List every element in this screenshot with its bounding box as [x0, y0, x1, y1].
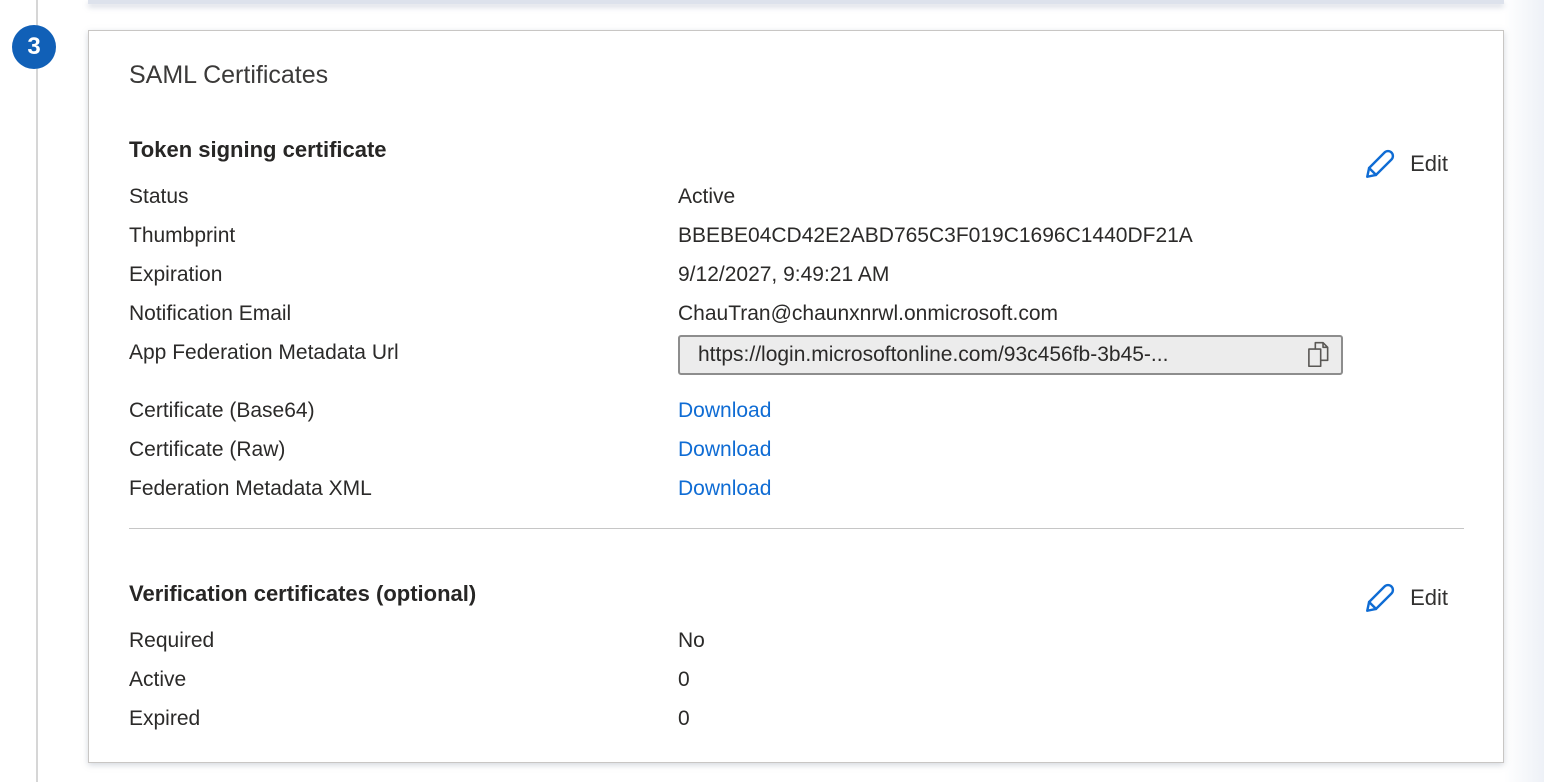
- step-number-badge: 3: [12, 25, 56, 69]
- page-right-gutter: [1504, 0, 1544, 782]
- token-signing-certificate-heading: Token signing certificate: [129, 135, 1445, 165]
- status-row: Status Active: [129, 177, 1445, 216]
- active-count-row: Active 0: [129, 660, 1445, 699]
- status-label: Status: [129, 185, 678, 209]
- required-label: Required: [129, 629, 678, 653]
- expired-count-label: Expired: [129, 707, 678, 731]
- app-federation-metadata-url-row: App Federation Metadata Url https://logi…: [129, 333, 1445, 391]
- copy-url-button[interactable]: [1305, 340, 1331, 370]
- certificate-base64-download-link[interactable]: Download: [678, 399, 771, 423]
- status-value: Active: [678, 185, 735, 209]
- expired-count-row: Expired 0: [129, 699, 1445, 738]
- edit-verification-certificates-button[interactable]: Edit: [1363, 581, 1448, 615]
- required-row: Required No: [129, 621, 1445, 660]
- notification-email-value: ChauTran@chaunxnrwl.onmicrosoft.com: [678, 302, 1058, 326]
- edit-button-label: Edit: [1410, 151, 1448, 177]
- certificate-raw-download-link[interactable]: Download: [678, 438, 771, 462]
- certificate-base64-label: Certificate (Base64): [129, 399, 678, 423]
- certificate-raw-row: Certificate (Raw) Download: [129, 430, 1445, 469]
- expiration-label: Expiration: [129, 263, 678, 287]
- certificate-raw-label: Certificate (Raw): [129, 438, 678, 462]
- section-divider: [129, 528, 1464, 529]
- expiration-row: Expiration 9/12/2027, 9:49:21 AM: [129, 255, 1445, 294]
- edit-button-label: Edit: [1410, 585, 1448, 611]
- copy-page-icon: [1305, 340, 1331, 370]
- saml-certificates-card: SAML Certificates Token signing certific…: [88, 30, 1504, 763]
- federation-metadata-xml-label: Federation Metadata XML: [129, 477, 678, 501]
- app-federation-metadata-url-value: https://login.microsoftonline.com/93c456…: [698, 343, 1305, 367]
- active-count-label: Active: [129, 668, 678, 692]
- notification-email-row: Notification Email ChauTran@chaunxnrwl.o…: [129, 294, 1445, 333]
- edit-token-certificate-button[interactable]: Edit: [1363, 147, 1448, 181]
- certificate-base64-row: Certificate (Base64) Download: [129, 391, 1445, 430]
- app-federation-metadata-url-field[interactable]: https://login.microsoftonline.com/93c456…: [678, 335, 1343, 375]
- edit-pencil-icon: [1363, 581, 1397, 615]
- thumbprint-value: BBEBE04CD42E2ABD765C3F019C1696C1440DF21A: [678, 224, 1193, 248]
- thumbprint-label: Thumbprint: [129, 224, 678, 248]
- federation-metadata-xml-row: Federation Metadata XML Download: [129, 469, 1445, 508]
- step-connector-line: [36, 0, 38, 782]
- previous-section-bottom-edge: [88, 0, 1504, 4]
- card-title: SAML Certificates: [129, 59, 1445, 91]
- required-value: No: [678, 629, 705, 653]
- notification-email-label: Notification Email: [129, 302, 678, 326]
- thumbprint-row: Thumbprint BBEBE04CD42E2ABD765C3F019C169…: [129, 216, 1445, 255]
- expiration-value: 9/12/2027, 9:49:21 AM: [678, 263, 889, 287]
- verification-certificates-heading: Verification certificates (optional): [129, 579, 1445, 609]
- edit-pencil-icon: [1363, 147, 1397, 181]
- app-federation-metadata-url-label: App Federation Metadata Url: [129, 333, 678, 365]
- step-number: 3: [27, 33, 40, 61]
- federation-metadata-xml-download-link[interactable]: Download: [678, 477, 771, 501]
- expired-count-value: 0: [678, 707, 690, 731]
- active-count-value: 0: [678, 668, 690, 692]
